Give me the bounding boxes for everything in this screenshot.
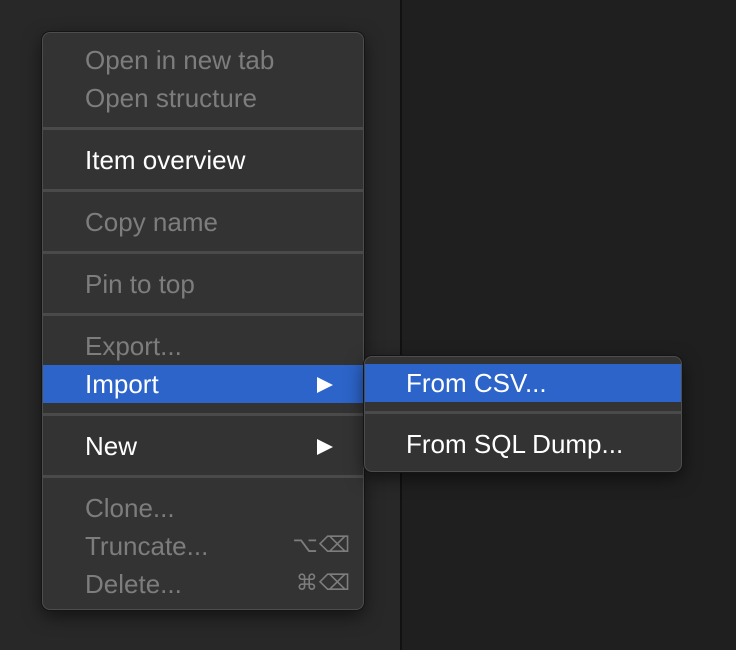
menu-item-label: Import bbox=[85, 369, 159, 399]
option-delete-shortcut-icon: ⌥⌫ bbox=[292, 533, 351, 558]
menu-item-new[interactable]: New bbox=[43, 427, 363, 465]
menu-item-import[interactable]: Import bbox=[43, 365, 363, 403]
submenu-arrow-icon bbox=[317, 439, 333, 455]
submenu-arrow-icon bbox=[317, 377, 333, 393]
menu-item-label: Open structure bbox=[85, 83, 257, 113]
menu-separator bbox=[365, 411, 681, 414]
right-pane-background bbox=[402, 0, 736, 650]
menu-item-label: New bbox=[85, 431, 138, 461]
menu-item-copy-name[interactable]: Copy name bbox=[43, 203, 363, 241]
submenu-item-from-csv[interactable]: From CSV... bbox=[365, 364, 681, 402]
menu-item-label: Export... bbox=[85, 331, 182, 361]
menu-separator bbox=[43, 313, 363, 316]
command-delete-shortcut-icon: ⌘⌫ bbox=[295, 571, 351, 596]
menu-item-label: Copy name bbox=[85, 207, 218, 237]
menu-separator bbox=[43, 413, 363, 416]
menu-item-export[interactable]: Export... bbox=[43, 327, 363, 365]
menu-item-label: Item overview bbox=[85, 145, 246, 175]
menu-separator bbox=[43, 189, 363, 192]
menu-item-open-structure[interactable]: Open structure bbox=[43, 79, 363, 117]
menu-item-item-overview[interactable]: Item overview bbox=[43, 141, 363, 179]
menu-item-label: Open in new tab bbox=[85, 45, 275, 75]
menu-item-pin-to-top[interactable]: Pin to top bbox=[43, 265, 363, 303]
menu-item-open-in-new-tab[interactable]: Open in new tab bbox=[43, 41, 363, 79]
menu-item-label: From CSV... bbox=[406, 368, 547, 398]
context-menu: Open in new tab Open structure Item over… bbox=[42, 32, 364, 610]
menu-separator bbox=[43, 127, 363, 130]
menu-item-label: From SQL Dump... bbox=[406, 429, 624, 459]
menu-item-label: Clone... bbox=[85, 493, 175, 523]
menu-item-label: Truncate... bbox=[85, 531, 209, 561]
import-submenu: From CSV... From SQL Dump... bbox=[364, 356, 682, 472]
submenu-item-from-sql-dump[interactable]: From SQL Dump... bbox=[365, 425, 681, 463]
menu-item-clone[interactable]: Clone... bbox=[43, 489, 363, 527]
menu-item-label: Pin to top bbox=[85, 269, 195, 299]
menu-item-delete[interactable]: Delete... ⌘⌫ bbox=[43, 565, 363, 603]
menu-separator bbox=[43, 475, 363, 478]
menu-item-truncate[interactable]: Truncate... ⌥⌫ bbox=[43, 527, 363, 565]
menu-item-label: Delete... bbox=[85, 569, 182, 599]
menu-separator bbox=[43, 251, 363, 254]
